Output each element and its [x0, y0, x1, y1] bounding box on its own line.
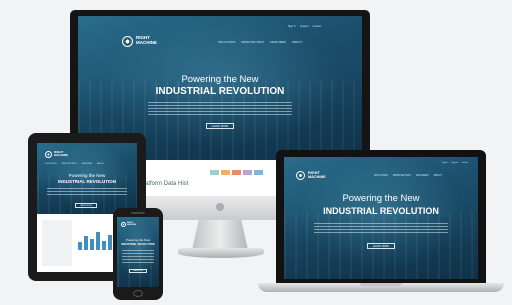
top-link-sign-in[interactable]: Sign In	[288, 25, 296, 28]
phone-hero-subheadline: INDUSTRIAL REVOLUTION	[121, 243, 155, 246]
main-nav: SOLUTIONS MONITOR-TEST FEATURES ABOUT	[218, 40, 302, 44]
phone-speaker	[131, 212, 145, 214]
tablet-screen: RIGHT MACHINE SOLUTIONS MONITOR-TEST FEA…	[37, 143, 137, 214]
tablet-logo-text[interactable]: RIGHT MACHINE	[54, 150, 68, 158]
tablet-bar	[90, 239, 94, 250]
learn-more-button[interactable]: LEARN MORE	[206, 123, 234, 129]
phone-learn-more-button[interactable]: LEARN MORE	[129, 269, 147, 273]
top-link-support[interactable]: Support	[300, 25, 309, 28]
laptop-hero-paragraph	[314, 223, 448, 235]
top-link-contact[interactable]: Contact	[313, 25, 322, 28]
laptop-top-link-sign-in[interactable]: Sign In	[442, 162, 448, 164]
swatch-purple	[243, 170, 252, 175]
laptop-opening-notch	[360, 283, 402, 286]
tablet-nav-solutions[interactable]: SOLUTIONS	[45, 163, 57, 165]
swatch-orange	[221, 170, 230, 175]
laptop-learn-more-button[interactable]: LEARN MORE	[367, 243, 395, 249]
phone-home-button[interactable]	[133, 290, 143, 297]
tablet-bar-graphic	[78, 228, 118, 250]
phone-hero-paragraph	[122, 250, 154, 264]
tablet-hero-subheadline: INDUSTRIAL REVOLUTION	[58, 179, 116, 184]
tablet-logo-icon[interactable]	[45, 151, 52, 158]
tablet-bar	[96, 232, 100, 250]
laptop-nav-solutions[interactable]: SOLUTIONS	[374, 174, 388, 177]
monitor-stand-base	[178, 248, 264, 258]
tablet-learn-more-button[interactable]: LEARN MORE	[75, 203, 97, 208]
nav-item-solutions[interactable]: SOLUTIONS	[218, 40, 235, 44]
swatch-blue	[254, 170, 263, 175]
top-links: Sign In Support Contact	[288, 25, 321, 28]
swatch-teal	[210, 170, 219, 175]
tablet-brand-line2: MACHINE	[54, 153, 68, 158]
tablet-hero-paragraph	[47, 188, 127, 197]
brand-logo-text[interactable]: RIGHT MACHINE	[136, 35, 157, 45]
tablet-nav-about[interactable]: ABOUT	[97, 163, 104, 165]
nav-item-features[interactable]: FEATURES	[270, 40, 286, 44]
nav-item-about[interactable]: ABOUT	[292, 40, 302, 44]
tablet-bar	[102, 241, 106, 250]
monitor-brand-icon	[216, 203, 224, 211]
laptop-nav: SOLUTIONS MONITOR-TEST FEATURES ABOUT	[374, 174, 442, 177]
laptop-logo-icon[interactable]	[296, 171, 305, 180]
hero-headline: Powering the New	[181, 74, 259, 85]
laptop-hero-subheadline: INDUSTRIAL REVOLUTION	[323, 206, 439, 216]
tablet-bar	[84, 236, 88, 250]
laptop-brand-line2: MACHINE	[308, 174, 326, 179]
nav-item-monitor-test[interactable]: MONITOR-TEST	[241, 40, 264, 44]
phone-logo-text[interactable]: RIGHT MACHINE	[127, 222, 136, 226]
hero-subheadline: INDUSTRIAL REVOLUTION	[155, 86, 285, 97]
tablet-nav: SOLUTIONS MONITOR-TEST FEATURES ABOUT	[45, 163, 104, 165]
swatch-coral	[232, 170, 241, 175]
laptop-nav-monitor-test[interactable]: MONITOR-TEST	[393, 174, 411, 177]
tablet-content-card	[42, 220, 72, 266]
laptop-logo-text[interactable]: RIGHT MACHINE	[308, 171, 326, 179]
monitor-section-heading: atform Data Hist	[145, 181, 189, 187]
laptop-hero-headline: Powering the New	[342, 193, 420, 204]
tablet-bar	[108, 235, 112, 250]
phone-logo-icon[interactable]	[121, 222, 126, 227]
tablet-nav-monitor-test[interactable]: MONITOR-TEST	[62, 163, 77, 165]
laptop-nav-features[interactable]: FEATURES	[416, 174, 429, 177]
hero-paragraph	[148, 102, 292, 115]
monitor-color-swatches	[210, 170, 263, 175]
brand-logo-icon[interactable]	[122, 36, 133, 47]
tablet-bar	[78, 242, 82, 250]
tablet-nav-features[interactable]: FEATURES	[82, 163, 93, 165]
laptop-nav-about[interactable]: ABOUT	[434, 174, 442, 177]
phone-brand-line2: MACHINE	[127, 224, 137, 227]
monitor-stand-neck	[192, 220, 248, 250]
laptop-top-link-contact[interactable]: Contact	[461, 162, 468, 164]
laptop-top-link-support[interactable]: Support	[451, 162, 458, 164]
brand-line2: MACHINE	[136, 39, 157, 45]
phone-screen: RIGHT MACHINE Powering the New INDUSTRIA…	[117, 217, 159, 287]
phone-hero-headline: Powering the New	[125, 238, 151, 242]
tablet-hero-headline: Powering the New	[68, 173, 106, 178]
laptop-screen: RIGHT MACHINE Sign In Support Contact SO…	[284, 157, 478, 279]
laptop-top-links: Sign In Support Contact	[442, 162, 468, 164]
